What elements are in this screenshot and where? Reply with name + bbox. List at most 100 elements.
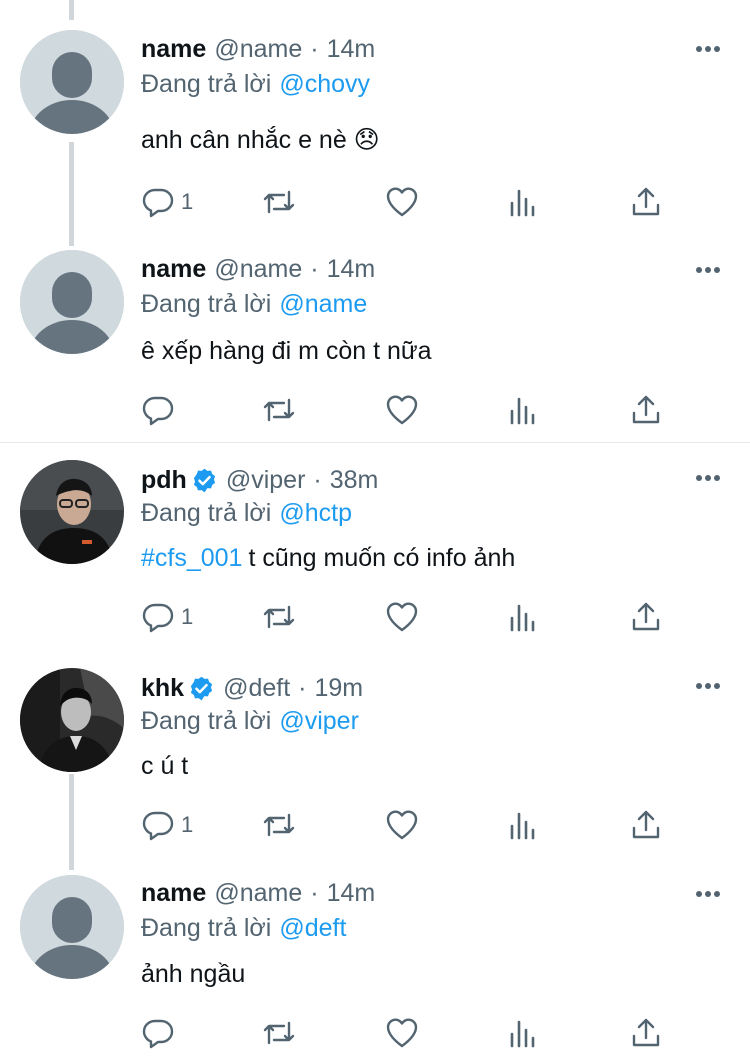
analytics-button[interactable] bbox=[508, 600, 538, 634]
display-name[interactable]: name bbox=[141, 254, 206, 284]
share-button[interactable] bbox=[630, 393, 662, 427]
reply-prefix: Đang trả lời bbox=[141, 914, 272, 942]
tweet-text: #cfs_001 t cũng muốn có info ảnh bbox=[141, 542, 515, 574]
reply-mention-link[interactable]: @hctp bbox=[279, 499, 352, 527]
timestamp[interactable]: 38m bbox=[330, 465, 379, 495]
retweet-button[interactable] bbox=[260, 1016, 298, 1050]
handle[interactable]: @name bbox=[214, 34, 302, 64]
analytics-button[interactable] bbox=[508, 808, 538, 842]
reply-mention-link[interactable]: @chovy bbox=[279, 70, 370, 98]
reply-button[interactable]: 1 bbox=[141, 185, 193, 219]
reply-context: Đang trả lời @deft bbox=[141, 913, 346, 943]
hashtag-link[interactable]: #cfs_001 bbox=[141, 544, 242, 572]
heart-icon bbox=[386, 1018, 418, 1048]
reply-count: 1 bbox=[181, 812, 194, 837]
heart-icon bbox=[386, 395, 418, 425]
handle[interactable]: @name bbox=[214, 878, 302, 908]
reply-icon bbox=[142, 188, 174, 218]
avatar[interactable] bbox=[20, 668, 124, 772]
analytics-button[interactable] bbox=[508, 393, 538, 427]
timestamp[interactable]: 19m bbox=[315, 673, 364, 703]
verified-badge-icon bbox=[191, 676, 213, 700]
display-name[interactable]: pdh bbox=[141, 465, 187, 495]
tweet-text-body: t cũng muốn có info ảnh bbox=[248, 544, 516, 572]
reply-prefix: Đang trả lời bbox=[141, 499, 272, 527]
reply-mention-link[interactable]: @deft bbox=[279, 914, 346, 942]
share-button[interactable] bbox=[630, 808, 662, 842]
handle[interactable]: @deft bbox=[223, 673, 290, 703]
like-button[interactable] bbox=[385, 185, 419, 219]
analytics-icon bbox=[510, 397, 535, 425]
reply-mention-link[interactable]: @name bbox=[279, 290, 367, 318]
timestamp[interactable]: 14m bbox=[327, 34, 376, 64]
analytics-button[interactable] bbox=[508, 1016, 538, 1050]
avatar[interactable] bbox=[20, 875, 124, 979]
retweet-button[interactable] bbox=[260, 600, 298, 634]
reply-icon bbox=[142, 811, 174, 841]
tweet[interactable]: name @name · 14m Đang trả lời @deft ảnh n… bbox=[0, 869, 750, 1059]
avatar[interactable] bbox=[20, 460, 124, 564]
handle[interactable]: @viper bbox=[226, 465, 306, 495]
default-avatar-icon bbox=[20, 30, 124, 134]
timestamp[interactable]: 14m bbox=[327, 254, 376, 284]
tweet[interactable]: pdh @viper · 38m Đang trả lời @hctp #cfs_… bbox=[0, 443, 750, 655]
timestamp[interactable]: 14m bbox=[327, 878, 376, 908]
analytics-icon bbox=[510, 812, 535, 840]
share-button[interactable] bbox=[630, 1016, 662, 1050]
reply-button[interactable]: 1 bbox=[141, 808, 193, 842]
display-name[interactable]: khk bbox=[141, 673, 184, 703]
more-options-icon[interactable] bbox=[695, 473, 721, 483]
separator-dot: · bbox=[313, 466, 322, 494]
display-name[interactable]: name bbox=[141, 34, 206, 64]
reply-mention-link[interactable]: @viper bbox=[279, 707, 359, 735]
heart-icon bbox=[386, 187, 418, 217]
share-button[interactable] bbox=[630, 600, 662, 634]
separator-dot: · bbox=[310, 35, 319, 63]
reply-button[interactable]: 1 bbox=[141, 600, 193, 634]
separator-dot: · bbox=[310, 879, 319, 907]
more-options-icon[interactable] bbox=[695, 889, 721, 899]
avatar[interactable] bbox=[20, 250, 124, 354]
share-icon bbox=[632, 1018, 660, 1047]
retweet-button[interactable] bbox=[260, 185, 298, 219]
reply-context: Đang trả lời @name bbox=[141, 289, 367, 319]
analytics-icon bbox=[510, 1020, 535, 1048]
tweet[interactable]: khk @deft · 19m Đang trả lời @viper c ú t… bbox=[0, 655, 750, 869]
display-name[interactable]: name bbox=[141, 878, 206, 908]
like-button[interactable] bbox=[385, 1016, 419, 1050]
retweet-icon bbox=[263, 605, 295, 629]
profile-photo-icon bbox=[20, 460, 124, 564]
reply-button[interactable] bbox=[141, 393, 181, 427]
avatar[interactable] bbox=[20, 30, 124, 134]
more-options-icon[interactable] bbox=[695, 681, 721, 691]
more-options-icon[interactable] bbox=[695, 44, 721, 54]
like-button[interactable] bbox=[385, 393, 419, 427]
share-icon bbox=[632, 187, 660, 216]
default-avatar-icon bbox=[20, 875, 124, 979]
analytics-icon bbox=[510, 189, 535, 217]
reply-prefix: Đang trả lời bbox=[141, 70, 272, 98]
like-button[interactable] bbox=[385, 808, 419, 842]
reply-context: Đang trả lời @hctp bbox=[141, 498, 352, 528]
verified-badge-icon bbox=[193, 468, 215, 492]
reply-button[interactable] bbox=[141, 1016, 181, 1050]
reply-icon bbox=[142, 603, 174, 633]
separator-dot: · bbox=[298, 674, 307, 702]
retweet-icon bbox=[263, 398, 295, 422]
handle[interactable]: @name bbox=[214, 254, 302, 284]
tweet[interactable]: name @name · 14m Đang trả lời @chovy anh … bbox=[0, 0, 750, 230]
tweet[interactable]: name @name · 14m Đang trả lời @name ê xếp… bbox=[0, 246, 750, 442]
tweet-text: c ú t bbox=[141, 752, 189, 780]
action-bar: 1 bbox=[141, 808, 701, 842]
retweet-button[interactable] bbox=[260, 808, 298, 842]
reply-icon bbox=[142, 396, 174, 426]
more-options-icon[interactable] bbox=[695, 265, 721, 275]
reply-count: 1 bbox=[181, 604, 194, 629]
retweet-button[interactable] bbox=[260, 393, 298, 427]
analytics-button[interactable] bbox=[508, 185, 538, 219]
reply-context: Đang trả lời @viper bbox=[141, 706, 359, 736]
share-button[interactable] bbox=[630, 185, 662, 219]
action-bar: 1 bbox=[141, 600, 701, 634]
action-bar bbox=[141, 1016, 701, 1050]
like-button[interactable] bbox=[385, 600, 419, 634]
